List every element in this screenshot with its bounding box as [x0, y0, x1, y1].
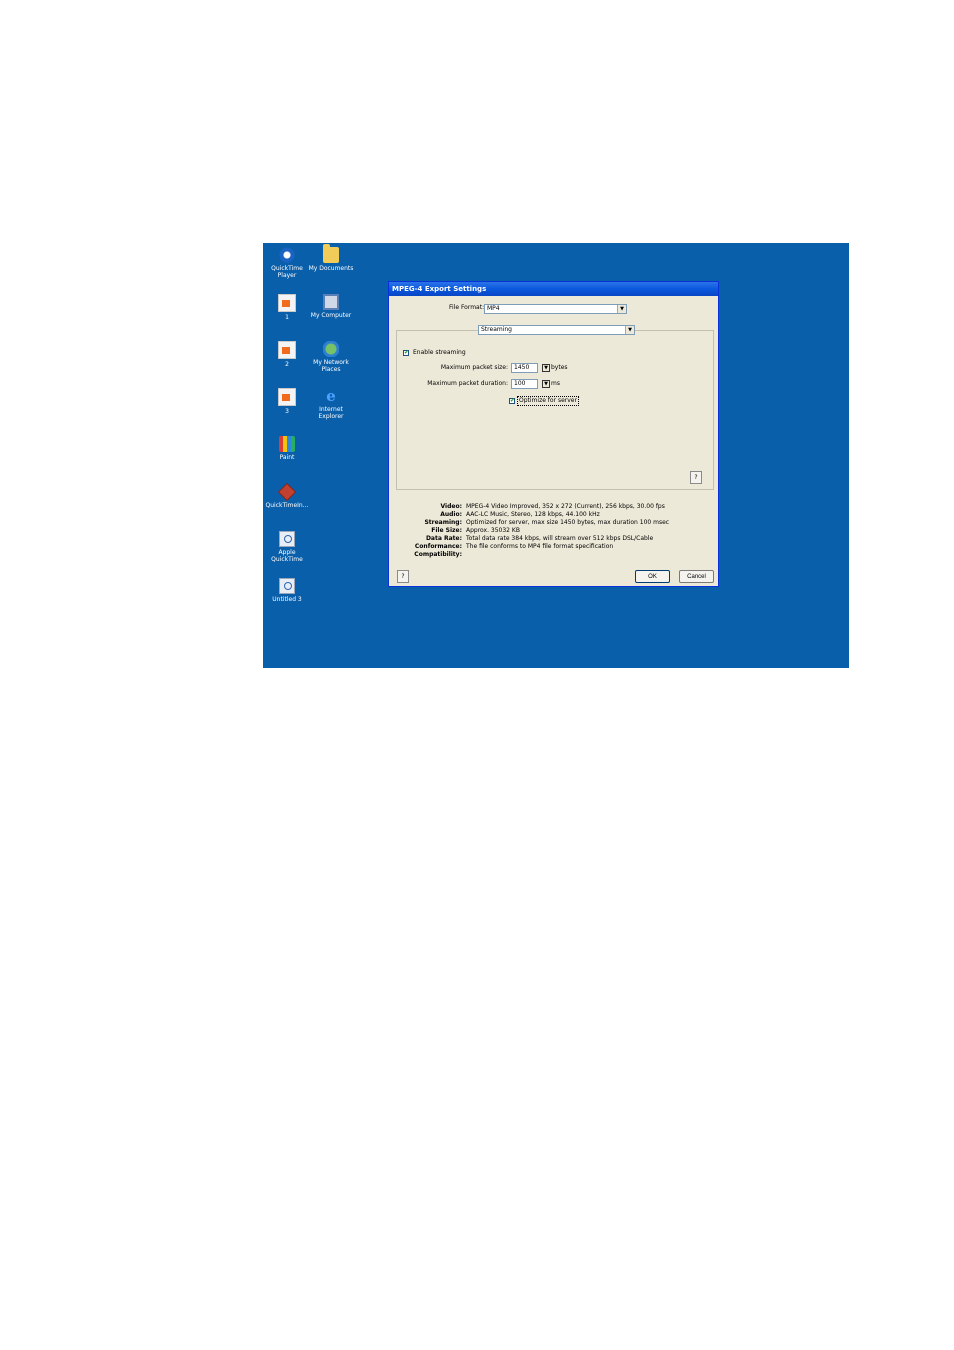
max-packet-duration-dropdown-icon[interactable]: ▼ — [542, 380, 550, 388]
settings-section-select[interactable]: Streaming ▼ — [478, 325, 635, 335]
quicktime-player-icon — [279, 247, 295, 263]
desktop-icon-untitled-3[interactable]: Untitled 3 — [263, 578, 311, 603]
file-format-value: MP4 — [487, 305, 500, 312]
optimize-for-server-label[interactable]: Optimize for server — [517, 396, 579, 406]
max-packet-size-unit: bytes — [551, 364, 568, 371]
summary-video-value: MPEG-4 Video Improved, 352 x 272 (Curren… — [466, 503, 665, 510]
document-icon — [278, 388, 296, 406]
computer-icon — [323, 294, 339, 310]
summary-conformance-value: The file conforms to MP4 file format spe… — [466, 543, 614, 550]
network-places-icon — [323, 341, 339, 357]
summary-data-rate-label: Data Rate: — [425, 535, 462, 542]
desktop-icon-my-network-places[interactable]: My Network Places — [307, 341, 355, 373]
quicktime-movie-icon — [279, 531, 295, 547]
summary-audio-label: Audio: — [440, 511, 462, 518]
desktop-icon-label: QuickTimeIn... — [265, 502, 309, 509]
summary-audio-value: AAC-LC Music, Stereo, 128 kbps, 44.100 k… — [466, 511, 600, 518]
desktop-icon-apple-quicktime[interactable]: Apple QuickTime — [263, 531, 311, 563]
desktop-icon-label: Internet Explorer — [318, 406, 344, 420]
desktop-icon-3[interactable]: 3 — [263, 388, 311, 415]
settings-section-value: Streaming — [481, 326, 512, 333]
summary-streaming-value: Optimized for server, max size 1450 byte… — [466, 519, 670, 526]
max-packet-duration-input[interactable]: 100 — [511, 379, 538, 389]
desktop-icon-label: My Documents — [308, 265, 354, 272]
max-packet-duration-unit: ms — [551, 380, 560, 387]
cancel-button[interactable]: Cancel — [679, 570, 714, 583]
dialog-title-bar[interactable]: MPEG-4 Export Settings — [389, 282, 718, 296]
dialog-title: MPEG-4 Export Settings — [392, 285, 487, 293]
folder-icon — [323, 244, 339, 263]
chevron-down-icon[interactable]: ▼ — [617, 305, 626, 313]
summary-compatibility-label: Compatibility: — [414, 551, 462, 558]
chevron-down-icon[interactable]: ▼ — [625, 326, 634, 334]
paint-icon — [279, 436, 295, 452]
enable-streaming-label[interactable]: Enable streaming — [413, 349, 466, 357]
desktop-icon-label: 1 — [285, 314, 289, 321]
max-packet-size-label: Maximum packet size: — [440, 364, 508, 371]
desktop-icon-label: Apple QuickTime — [271, 549, 303, 563]
document-icon — [278, 341, 296, 359]
desktop-icon-quicktime-installer[interactable]: QuickTimeIn... — [263, 482, 311, 509]
dialog-help-button[interactable]: ? — [397, 570, 409, 583]
desktop-icon-my-documents[interactable]: My Documents — [307, 244, 355, 272]
optimize-for-server-checkbox[interactable]: ✔ — [509, 398, 515, 404]
file-format-select[interactable]: MP4 ▼ — [484, 304, 627, 314]
summary-conformance-label: Conformance: — [414, 543, 462, 550]
max-packet-size-input[interactable]: 1450 — [511, 363, 538, 373]
summary-streaming-label: Streaming: — [424, 519, 462, 526]
summary-file-size-value: Approx. 35032 KB — [466, 527, 520, 534]
desktop-icon-my-computer[interactable]: My Computer — [307, 294, 355, 319]
desktop-icon-label: 2 — [285, 361, 289, 368]
desktop-icon-1[interactable]: 1 — [263, 294, 311, 321]
internet-explorer-icon: e — [326, 387, 336, 405]
enable-streaming-checkbox[interactable]: ✔ — [403, 350, 409, 356]
max-packet-size-dropdown-icon[interactable]: ▼ — [542, 364, 550, 372]
ok-button[interactable]: OK — [635, 570, 670, 583]
panel-help-button[interactable]: ? — [690, 471, 702, 484]
desktop-icon-internet-explorer[interactable]: e Internet Explorer — [307, 388, 355, 420]
max-packet-duration-label: Maximum packet duration: — [427, 380, 508, 387]
desktop-icon-label: My Computer — [310, 312, 352, 319]
document-icon — [278, 294, 296, 312]
summary-video-label: Video: — [440, 503, 462, 510]
desktop-icon-label: Paint — [279, 454, 295, 461]
quicktime-movie-icon — [279, 578, 295, 594]
mpeg4-export-settings-dialog: MPEG-4 Export Settings File Format: MP4 … — [388, 281, 719, 587]
desktop-icon-label: QuickTime Player — [271, 265, 303, 279]
desktop-icon-label: Untitled 3 — [272, 596, 302, 603]
file-format-label: File Format: — [449, 304, 485, 311]
desktop-icon-2[interactable]: 2 — [263, 341, 311, 368]
desktop-icon-label: 3 — [285, 408, 289, 415]
desktop-icon-paint[interactable]: Paint — [263, 436, 311, 461]
summary-data-rate-value: Total data rate 384 kbps, will stream ov… — [466, 535, 654, 542]
installer-icon — [277, 482, 297, 502]
summary-file-size-label: File Size: — [431, 527, 462, 534]
desktop-icon-quicktime-player[interactable]: QuickTime Player — [263, 247, 311, 279]
desktop-icon-label: My Network Places — [313, 359, 349, 373]
